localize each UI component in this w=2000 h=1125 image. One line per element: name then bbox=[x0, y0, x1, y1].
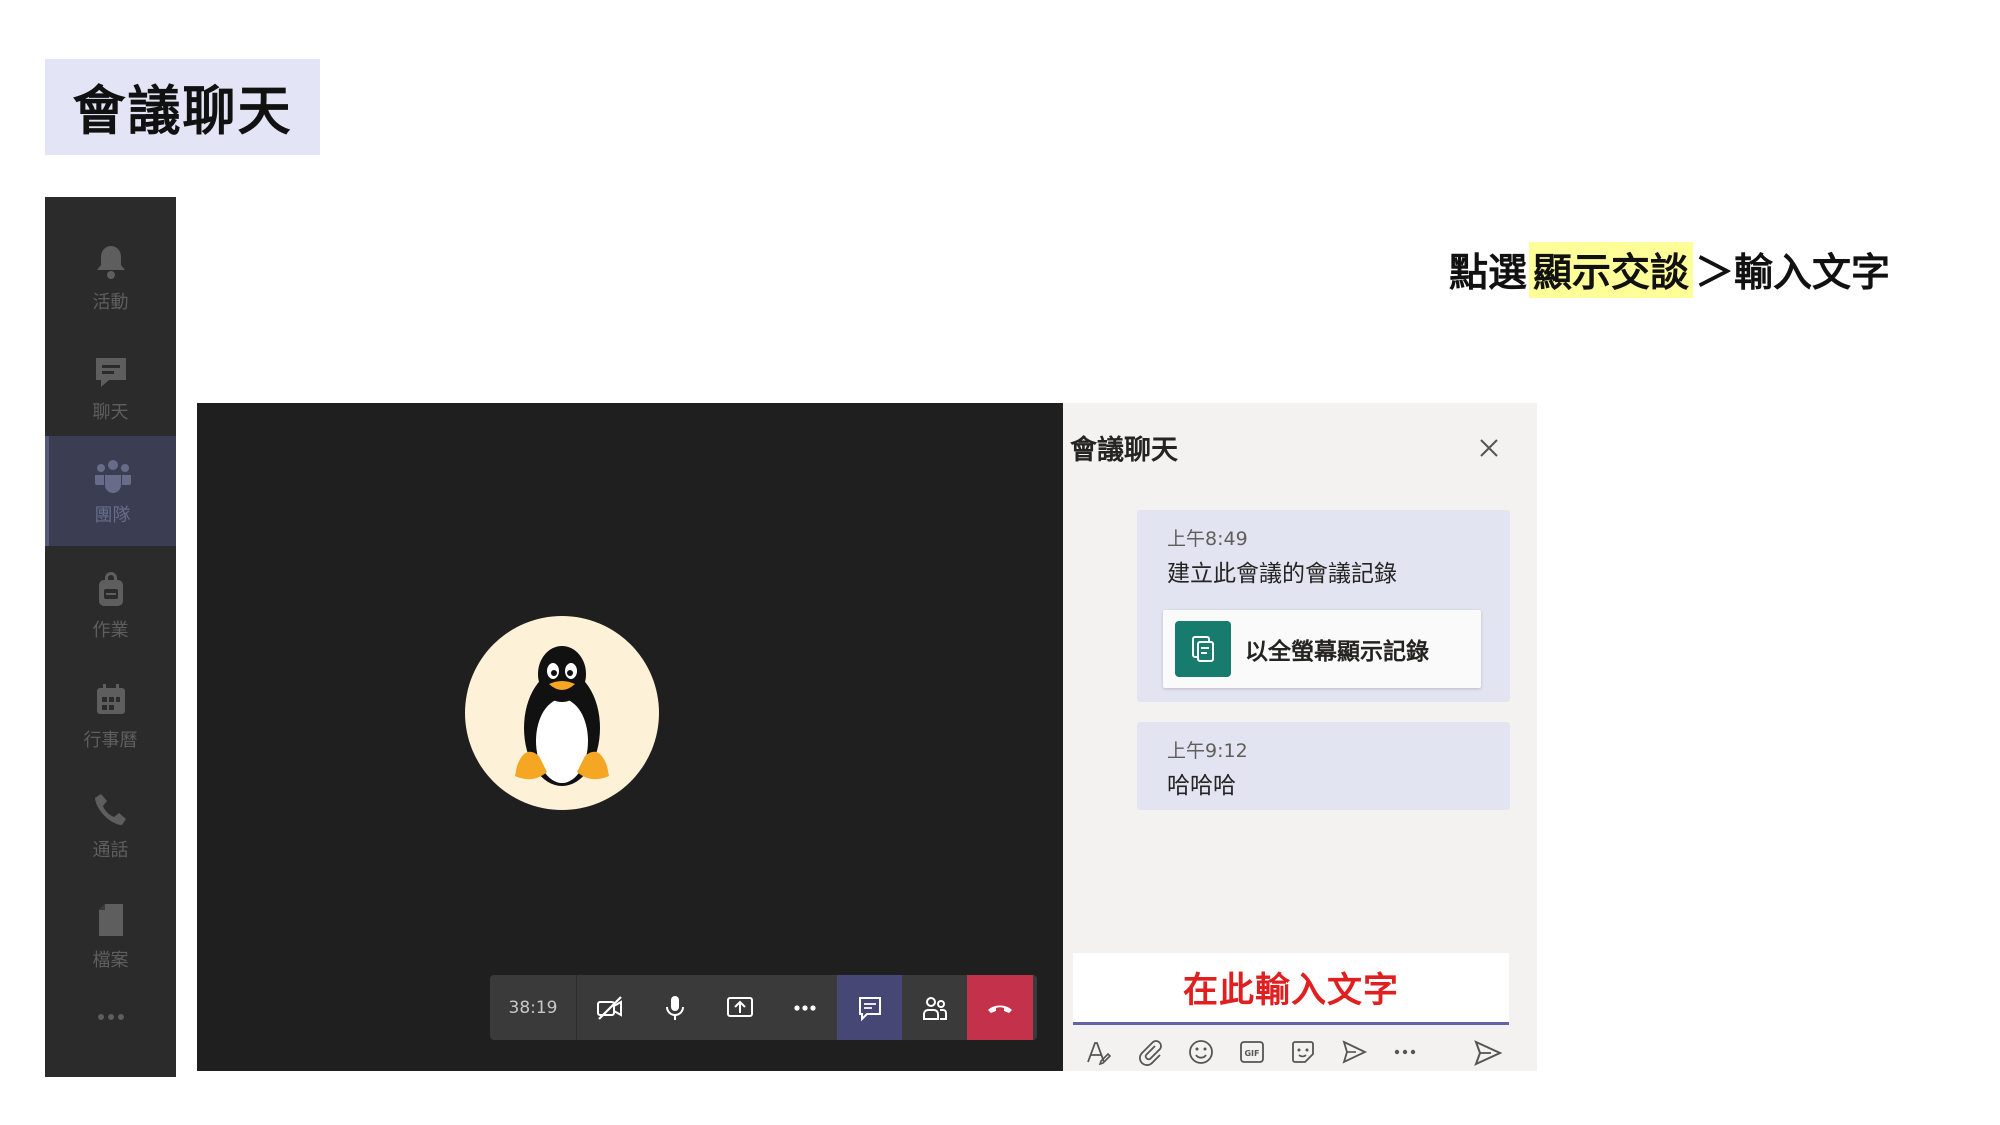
rail-item-chat[interactable]: 聊天 bbox=[45, 333, 176, 443]
send-icon bbox=[1474, 1040, 1503, 1066]
more-icon bbox=[97, 1014, 124, 1020]
message-timestamp: 上午9:12 bbox=[1167, 740, 1248, 762]
teams-icon bbox=[94, 460, 131, 493]
rail-item-activity[interactable]: 活動 bbox=[45, 223, 176, 333]
more-icon bbox=[1394, 1049, 1415, 1055]
close-chat-button[interactable] bbox=[1474, 433, 1504, 463]
hang-up-button[interactable] bbox=[967, 975, 1033, 1040]
meet-now-button[interactable] bbox=[1328, 1032, 1379, 1072]
microphone-icon bbox=[665, 995, 684, 1020]
rail-item-label: 檔案 bbox=[92, 950, 129, 971]
participants-icon bbox=[922, 996, 947, 1020]
message-text: 建立此會議的會議記錄 bbox=[1167, 561, 1397, 587]
calendar-icon bbox=[96, 684, 125, 714]
call-timer: 38:19 bbox=[490, 975, 577, 1040]
more-actions-button[interactable] bbox=[772, 975, 837, 1040]
share-screen-icon bbox=[726, 996, 753, 1017]
compose-toolbar: GIF bbox=[1073, 1032, 1509, 1072]
camera-toggle-button[interactable] bbox=[577, 975, 642, 1040]
rail-item-assignments[interactable]: 作業 bbox=[45, 551, 176, 661]
page-title-text: 會議聊天 bbox=[72, 81, 293, 142]
backpack-icon bbox=[98, 572, 123, 606]
rail-item-label: 聊天 bbox=[92, 402, 129, 423]
rail-item-label: 通話 bbox=[92, 840, 129, 861]
tux-penguin-icon bbox=[515, 646, 609, 786]
sticker-icon bbox=[1291, 1041, 1314, 1063]
page-title: 會議聊天 bbox=[45, 59, 320, 155]
call-toolbar: 38:19 bbox=[490, 975, 1037, 1040]
app-rail: 活動 聊天 團隊 作業 行事曆 通話 檔案 bbox=[45, 197, 176, 1077]
more-icon bbox=[793, 1004, 816, 1011]
paperclip-icon bbox=[1138, 1040, 1162, 1066]
rail-item-label: 作業 bbox=[92, 620, 129, 641]
emoji-button[interactable] bbox=[1175, 1032, 1226, 1072]
rail-more-button[interactable] bbox=[45, 987, 176, 1047]
rail-item-files[interactable]: 檔案 bbox=[45, 881, 176, 991]
rail-item-label: 行事曆 bbox=[83, 730, 138, 751]
send-button[interactable] bbox=[1470, 1036, 1506, 1070]
rail-item-teams[interactable]: 團隊 bbox=[45, 436, 176, 546]
format-icon bbox=[1086, 1042, 1111, 1066]
rail-item-label: 團隊 bbox=[94, 505, 131, 526]
instruction-text: 點選 顯示交談 ＞輸入文字 bbox=[1449, 242, 1891, 298]
message-compose-box[interactable]: 在此輸入文字 bbox=[1073, 953, 1509, 1025]
schedule-send-icon bbox=[1342, 1040, 1367, 1064]
share-screen-button[interactable] bbox=[707, 975, 772, 1040]
format-button[interactable] bbox=[1073, 1032, 1124, 1072]
hang-up-icon bbox=[988, 1005, 1012, 1013]
meeting-notes-card[interactable]: 以全螢幕顯示記錄 bbox=[1163, 610, 1481, 688]
microphone-button[interactable] bbox=[642, 975, 707, 1040]
show-conversation-button[interactable] bbox=[837, 975, 902, 1040]
svg-text:GIF: GIF bbox=[1244, 1049, 1259, 1058]
gif-icon: GIF bbox=[1239, 1041, 1264, 1063]
chat-message: 上午9:12 哈哈哈 bbox=[1137, 722, 1510, 810]
attach-button[interactable] bbox=[1124, 1032, 1175, 1072]
participant-avatar bbox=[465, 616, 659, 810]
sticker-button[interactable] bbox=[1277, 1032, 1328, 1072]
message-timestamp: 上午8:49 bbox=[1167, 528, 1248, 550]
more-options-button[interactable] bbox=[1379, 1032, 1430, 1072]
chat-icon bbox=[95, 358, 126, 387]
notes-icon bbox=[1175, 621, 1231, 677]
rail-item-label: 活動 bbox=[92, 292, 129, 313]
instruction-highlight: 顯示交談 bbox=[1529, 242, 1694, 298]
instruction-suffix: ＞輸入文字 bbox=[1695, 251, 1891, 296]
gif-button[interactable]: GIF bbox=[1226, 1032, 1277, 1072]
close-icon bbox=[1480, 439, 1498, 457]
rail-item-calls[interactable]: 通話 bbox=[45, 771, 176, 881]
file-icon bbox=[98, 904, 123, 936]
card-label: 以全螢幕顯示記錄 bbox=[1245, 639, 1429, 665]
chat-panel-title: 會議聊天 bbox=[1070, 435, 1178, 466]
rail-item-calendar[interactable]: 行事曆 bbox=[45, 661, 176, 771]
compose-hint: 在此輸入文字 bbox=[1182, 971, 1399, 1011]
camera-off-icon bbox=[596, 995, 622, 1020]
bell-icon bbox=[96, 246, 125, 279]
participants-button[interactable] bbox=[902, 975, 967, 1040]
instruction-prefix: 點選 bbox=[1449, 251, 1528, 296]
message-text: 哈哈哈 bbox=[1167, 773, 1236, 799]
emoji-icon bbox=[1188, 1040, 1213, 1064]
chat-icon bbox=[858, 996, 881, 1021]
phone-icon bbox=[94, 794, 126, 825]
